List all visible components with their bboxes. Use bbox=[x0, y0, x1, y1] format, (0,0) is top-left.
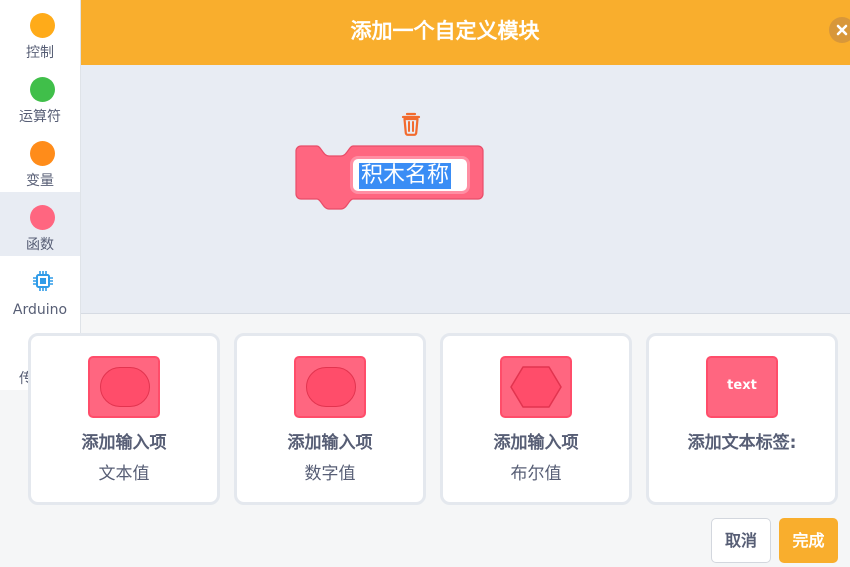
close-icon bbox=[836, 24, 848, 36]
sidebar-item-label: 变量 bbox=[26, 173, 54, 189]
operators-dot-icon bbox=[30, 77, 55, 102]
number-input-shape bbox=[306, 367, 356, 407]
sidebar-item-functions[interactable]: 函数 bbox=[0, 192, 80, 256]
sidebar-item-operators[interactable]: 运算符 bbox=[0, 64, 80, 128]
sidebar-item-arduino[interactable]: Arduino bbox=[0, 260, 80, 324]
add-text-input-card[interactable]: 添加输入项 文本值 bbox=[28, 333, 220, 505]
sidebar-item-label: 控制 bbox=[26, 45, 54, 61]
add-text-label-card[interactable]: text 添加文本标签: bbox=[646, 333, 838, 505]
ok-button[interactable]: 完成 bbox=[779, 518, 838, 563]
add-boolean-input-card[interactable]: 添加输入项 布尔值 bbox=[440, 333, 632, 505]
category-sidebar: 控制 运算符 变量 函数 Arduino bbox=[0, 0, 81, 390]
boolean-input-shape bbox=[510, 366, 562, 408]
block-name-text: 积木名称 bbox=[359, 163, 452, 189]
chip-icon bbox=[33, 271, 53, 291]
variables-dot-icon bbox=[30, 141, 55, 166]
card-title: 添加输入项 bbox=[493, 433, 579, 453]
sidebar-item-control[interactable]: 控制 bbox=[0, 0, 80, 64]
sidebar-item-label: 运算符 bbox=[19, 109, 61, 125]
cancel-button[interactable]: 取消 bbox=[711, 518, 771, 563]
card-subtitle: 文本值 bbox=[98, 464, 150, 484]
sidebar-item-variables[interactable]: 变量 bbox=[0, 128, 80, 192]
control-dot-icon bbox=[30, 13, 55, 38]
card-title: 添加文本标签: bbox=[687, 433, 797, 453]
block-workspace: 积木名称 bbox=[0, 65, 850, 314]
add-number-input-card[interactable]: 添加输入项 数字值 bbox=[234, 333, 426, 505]
card-title: 添加输入项 bbox=[81, 433, 167, 453]
card-subtitle: 数字值 bbox=[304, 464, 356, 484]
text-input-shape bbox=[100, 367, 150, 407]
dialog-title: 添加一个自定义模块 bbox=[350, 19, 540, 43]
text-label-icon: text bbox=[706, 356, 778, 418]
custom-block-dialog: 添加一个自定义模块 积木名称 控制 运算符 变量 函数 Arduino 添加输入… bbox=[0, 0, 850, 567]
dialog-header: 添加一个自定义模块 bbox=[0, 0, 850, 65]
block-name-input[interactable]: 积木名称 bbox=[350, 156, 470, 194]
sidebar-item-label: Arduino bbox=[12, 302, 68, 318]
card-subtitle: 布尔值 bbox=[510, 464, 562, 484]
number-input-icon bbox=[294, 356, 366, 418]
close-button[interactable] bbox=[829, 17, 850, 43]
functions-dot-icon bbox=[30, 205, 55, 230]
sidebar-item-label: 函数 bbox=[26, 237, 54, 253]
text-label-icon-text: text bbox=[727, 378, 757, 393]
card-title: 添加输入项 bbox=[287, 433, 373, 453]
boolean-input-icon bbox=[500, 356, 572, 418]
trash-icon[interactable] bbox=[399, 111, 423, 137]
text-input-icon bbox=[88, 356, 160, 418]
